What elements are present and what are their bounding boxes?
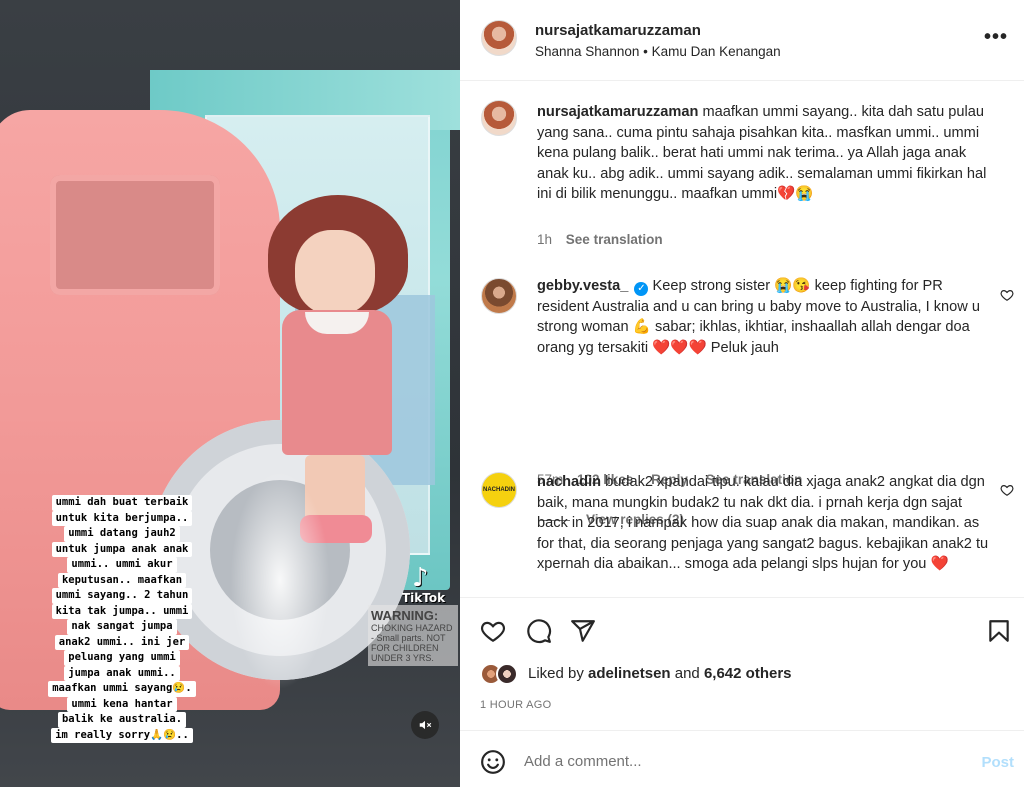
author-username[interactable]: nursajatkamaruzzaman (535, 22, 701, 39)
caption-text-block: nursajatkamaruzzaman maafkan ummi sayang… (537, 102, 992, 205)
tiktok-watermark: ♪ TikTok (402, 565, 445, 605)
caption-overlay-line: peluang yang ummi (64, 650, 180, 666)
warning-text: CHOKING HAZARD - Small parts. NOT FOR CH… (371, 623, 453, 663)
video-caption-overlay: ummi dah buat terbaik untuk kita berjumpa… (32, 495, 212, 743)
emoji-icon[interactable] (480, 749, 506, 775)
comment-text-block: nachadin budak2 xpandai tipu. kalau dia … (537, 472, 992, 575)
action-bar (460, 597, 1024, 657)
post-media[interactable]: WARNING: CHOKING HAZARD - Small parts. N… (0, 0, 460, 787)
tiktok-logo-icon: ♪ (412, 563, 429, 593)
caption-see-translation[interactable]: See translation (566, 232, 663, 247)
commenter-avatar-label: NACHADIN (483, 487, 515, 493)
bookmark-icon[interactable] (986, 618, 1012, 644)
caption-overlay-line: im really sorry🙏😢.. (51, 727, 193, 743)
comment-icon[interactable] (526, 618, 552, 644)
caption-overlay-line: ummi kena hantar (67, 696, 177, 712)
likes-middle: and (670, 665, 704, 682)
caption-overlay-line: kita tak jumpa.. ummi (51, 603, 193, 619)
caption-overlay-line: ummi dah buat terbaik (51, 495, 193, 511)
caption-overlay-line: nak sangat jumpa (67, 619, 177, 635)
more-options-button[interactable]: ••• (984, 27, 1008, 47)
warning-label: WARNING: CHOKING HAZARD - Small parts. N… (368, 605, 458, 666)
caption-overlay-line: ummi datang jauh2 (64, 526, 180, 542)
commenter-avatar[interactable]: NACHADIN (481, 472, 517, 508)
post-header: nursajatkamaruzzaman Shanna Shannon • Ka… (460, 0, 1024, 81)
like-comment-heart-icon[interactable] (1000, 483, 1014, 497)
caption-meta: 1h See translation (537, 232, 677, 247)
liker-avatar (496, 663, 518, 685)
caption-overlay-line: ummi.. ummi akur (67, 557, 177, 573)
audio-track[interactable]: Shanna Shannon • Kamu Dan Kenangan (535, 44, 781, 59)
caption-overlay-line: ummi sayang.. 2 tahun (51, 588, 193, 604)
comment-text: budak2 xpandai tipu. kalau dia xjaga ana… (537, 474, 989, 572)
comment-text-block: gebby.vesta_ ✓ Keep strong sister 😭😘 kee… (537, 276, 992, 358)
post-details-panel: nursajatkamaruzzaman Shanna Shannon • Ka… (460, 0, 1024, 787)
speaker-muted-icon (419, 720, 432, 730)
likes-text: Liked by adelinetsen and 6,642 others (528, 665, 792, 682)
like-comment-heart-icon[interactable] (1000, 288, 1014, 302)
caption-overlay-line: keputusan.. maafkan (57, 572, 187, 588)
commenter-username[interactable]: nachadin (537, 474, 601, 490)
post-timestamp[interactable]: 1 HOUR AGO (480, 699, 551, 711)
liker-username[interactable]: adelinetsen (588, 665, 671, 682)
heart-icon[interactable] (480, 618, 506, 644)
commenter-username[interactable]: gebby.vesta_ (537, 278, 628, 294)
caption-overlay-line: anak2 ummi.. ini jer (54, 634, 190, 650)
send-icon[interactable] (570, 618, 596, 644)
caption-time[interactable]: 1h (537, 232, 552, 247)
warning-title: WARNING: (371, 608, 439, 623)
post-comment-button[interactable]: Post (981, 754, 1014, 771)
caption-overlay-line: untuk kita berjumpa.. (51, 510, 193, 526)
tiktok-watermark-text: TikTok (402, 591, 446, 605)
likes-prefix: Liked by (528, 665, 589, 682)
author-avatar[interactable] (481, 20, 517, 56)
liker-avatars (480, 663, 524, 687)
caption-username[interactable]: nursajatkamaruzzaman (537, 104, 698, 120)
light-glare (230, 470, 330, 690)
caption-overlay-line: untuk jumpa anak anak (51, 541, 193, 557)
doll-face (295, 230, 375, 315)
caption-overlay-line: jumpa anak ummi.. (64, 665, 180, 681)
commenter-avatar[interactable] (481, 278, 517, 314)
truck-window (50, 175, 220, 295)
mute-button[interactable] (411, 711, 439, 739)
more-horizontal-icon: ••• (983, 26, 1008, 48)
comment-input[interactable] (524, 747, 944, 775)
add-comment-bar: Post (460, 730, 1024, 787)
caption-overlay-line: balik ke australia. (57, 712, 187, 728)
likes-others-count[interactable]: 6,642 others (704, 665, 792, 682)
comments-list[interactable]: nursajatkamaruzzaman maafkan ummi sayang… (460, 82, 1024, 596)
caption-author-avatar[interactable] (481, 100, 517, 136)
verified-badge-icon: ✓ (634, 282, 649, 296)
caption-overlay-line: maafkan ummi sayang😢. (48, 681, 196, 697)
